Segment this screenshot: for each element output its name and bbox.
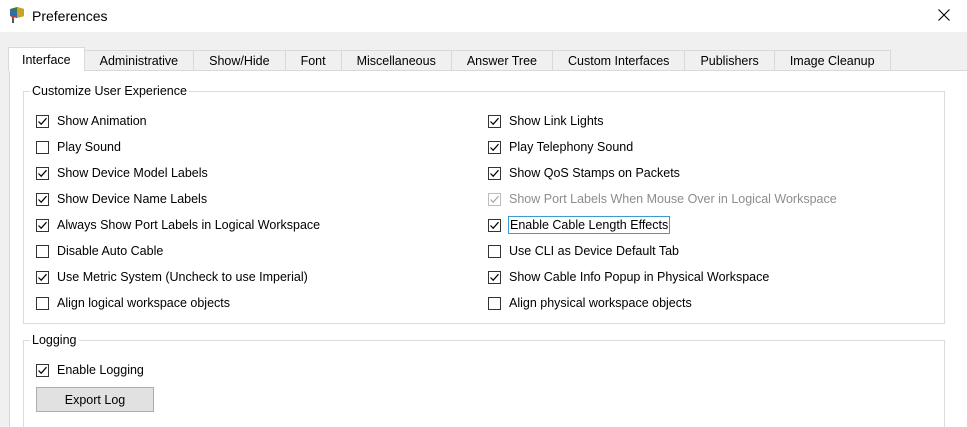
- enable-logging-checkbox[interactable]: [36, 363, 49, 377]
- disable-auto-cable-checkbox-row[interactable]: Disable Auto Cable: [36, 242, 163, 260]
- show-port-labels-when-mouse-over-in-logical-workspace-checkbox-row: Show Port Labels When Mouse Over in Logi…: [488, 190, 837, 208]
- align-logical-workspace-objects-label: Align logical workspace objects: [57, 296, 231, 310]
- show-qos-stamps-on-packets-label: Show QoS Stamps on Packets: [509, 166, 680, 180]
- use-metric-system-uncheck-to-use-imperial-checkbox[interactable]: [36, 270, 49, 284]
- show-device-model-labels-checkbox[interactable]: [36, 166, 49, 180]
- close-icon: [938, 8, 950, 24]
- tab-show-hide[interactable]: Show/Hide: [193, 50, 286, 71]
- use-metric-system-uncheck-to-use-imperial-checkbox-row[interactable]: Use Metric System (Uncheck to use Imperi…: [36, 268, 308, 286]
- enable-cable-length-effects-label: Enable Cable Length Effects: [507, 216, 671, 234]
- dialog-body: Interface Administrative Show/Hide Font Misc…: [0, 32, 967, 427]
- tab-publishers[interactable]: Publishers: [684, 50, 775, 71]
- align-logical-workspace-objects-checkbox[interactable]: [36, 296, 49, 310]
- tab-image-cleanup[interactable]: Image Cleanup: [773, 50, 891, 71]
- use-cli-as-device-default-tab-label: Use CLI as Device Default Tab: [509, 244, 679, 258]
- show-device-name-labels-checkbox[interactable]: [36, 192, 49, 206]
- tab-miscellaneous[interactable]: Miscellaneous: [340, 50, 452, 71]
- play-telephony-sound-checkbox[interactable]: [488, 140, 501, 154]
- show-qos-stamps-on-packets-checkbox-row[interactable]: Show QoS Stamps on Packets: [488, 164, 680, 182]
- tab-custom-interfaces[interactable]: Custom Interfaces: [552, 50, 686, 71]
- enable-logging-label: Enable Logging: [57, 363, 144, 377]
- tab-font[interactable]: Font: [284, 50, 342, 71]
- always-show-port-labels-in-logical-workspace-checkbox[interactable]: [36, 218, 49, 232]
- align-physical-workspace-objects-label: Align physical workspace objects: [509, 296, 692, 310]
- title-bar: Preferences: [0, 0, 967, 32]
- enable-cable-length-effects-checkbox[interactable]: [488, 218, 501, 232]
- align-physical-workspace-objects-checkbox-row[interactable]: Align physical workspace objects: [488, 294, 692, 312]
- align-logical-workspace-objects-checkbox-row[interactable]: Align logical workspace objects: [36, 294, 230, 312]
- window-title: Preferences: [32, 8, 108, 24]
- align-physical-workspace-objects-checkbox[interactable]: [488, 296, 501, 310]
- use-cli-as-device-default-tab-checkbox-row[interactable]: Use CLI as Device Default Tab: [488, 242, 679, 260]
- tab-panel-interface: Customize User Experience Show Animation…: [9, 70, 967, 427]
- play-sound-checkbox-row[interactable]: Play Sound: [36, 138, 121, 156]
- play-sound-checkbox[interactable]: [36, 140, 49, 154]
- disable-auto-cable-label: Disable Auto Cable: [57, 244, 164, 258]
- tab-answer-tree[interactable]: Answer Tree: [450, 50, 553, 71]
- show-cable-info-popup-in-physical-workspace-checkbox[interactable]: [488, 270, 501, 284]
- show-link-lights-label: Show Link Lights: [509, 114, 604, 128]
- show-device-model-labels-label: Show Device Model Labels: [57, 166, 208, 180]
- use-cli-as-device-default-tab-checkbox[interactable]: [488, 244, 501, 258]
- play-sound-label: Play Sound: [57, 140, 121, 154]
- show-animation-checkbox[interactable]: [36, 114, 49, 128]
- show-device-model-labels-checkbox-row[interactable]: Show Device Model Labels: [36, 164, 208, 182]
- show-link-lights-checkbox-row[interactable]: Show Link Lights: [488, 112, 604, 130]
- disable-auto-cable-checkbox[interactable]: [36, 244, 49, 258]
- logging-group: Logging Enable Logging Export Log: [23, 332, 945, 427]
- tab-administrative[interactable]: Administrative: [83, 50, 195, 71]
- logging-group-title: Logging: [30, 332, 79, 348]
- show-animation-checkbox-row[interactable]: Show Animation: [36, 112, 147, 130]
- customize-group-title: Customize User Experience: [30, 83, 189, 99]
- show-qos-stamps-on-packets-checkbox[interactable]: [488, 166, 501, 180]
- show-cable-info-popup-in-physical-workspace-checkbox-row[interactable]: Show Cable Info Popup in Physical Worksp…: [488, 268, 769, 286]
- packet-tracer-icon: [8, 6, 26, 24]
- use-metric-system-uncheck-to-use-imperial-label: Use Metric System (Uncheck to use Imperi…: [57, 270, 308, 284]
- customize-user-experience-group: Customize User Experience Show Animation…: [23, 83, 945, 324]
- close-button[interactable]: [921, 0, 967, 32]
- enable-logging-checkbox-row[interactable]: Enable Logging: [36, 361, 144, 379]
- show-animation-label: Show Animation: [57, 114, 147, 128]
- export-log-button[interactable]: Export Log: [36, 387, 154, 412]
- show-device-name-labels-label: Show Device Name Labels: [57, 192, 208, 206]
- always-show-port-labels-in-logical-workspace-label: Always Show Port Labels in Logical Works…: [57, 218, 321, 232]
- play-telephony-sound-checkbox-row[interactable]: Play Telephony Sound: [488, 138, 633, 156]
- show-port-labels-when-mouse-over-in-logical-workspace-label: Show Port Labels When Mouse Over in Logi…: [509, 192, 837, 206]
- show-port-labels-when-mouse-over-in-logical-workspace-checkbox: [488, 192, 501, 206]
- play-telephony-sound-label: Play Telephony Sound: [509, 140, 634, 154]
- show-device-name-labels-checkbox-row[interactable]: Show Device Name Labels: [36, 190, 207, 208]
- show-cable-info-popup-in-physical-workspace-label: Show Cable Info Popup in Physical Worksp…: [509, 270, 770, 284]
- always-show-port-labels-in-logical-workspace-checkbox-row[interactable]: Always Show Port Labels in Logical Works…: [36, 216, 320, 234]
- tab-bar: Interface Administrative Show/Hide Font Misc…: [8, 47, 891, 71]
- preferences-window: Preferences Interface Administrative Show/…: [0, 0, 967, 427]
- tab-interface[interactable]: Interface: [8, 47, 85, 71]
- show-link-lights-checkbox[interactable]: [488, 114, 501, 128]
- enable-cable-length-effects-checkbox-row[interactable]: Enable Cable Length Effects: [488, 216, 671, 234]
